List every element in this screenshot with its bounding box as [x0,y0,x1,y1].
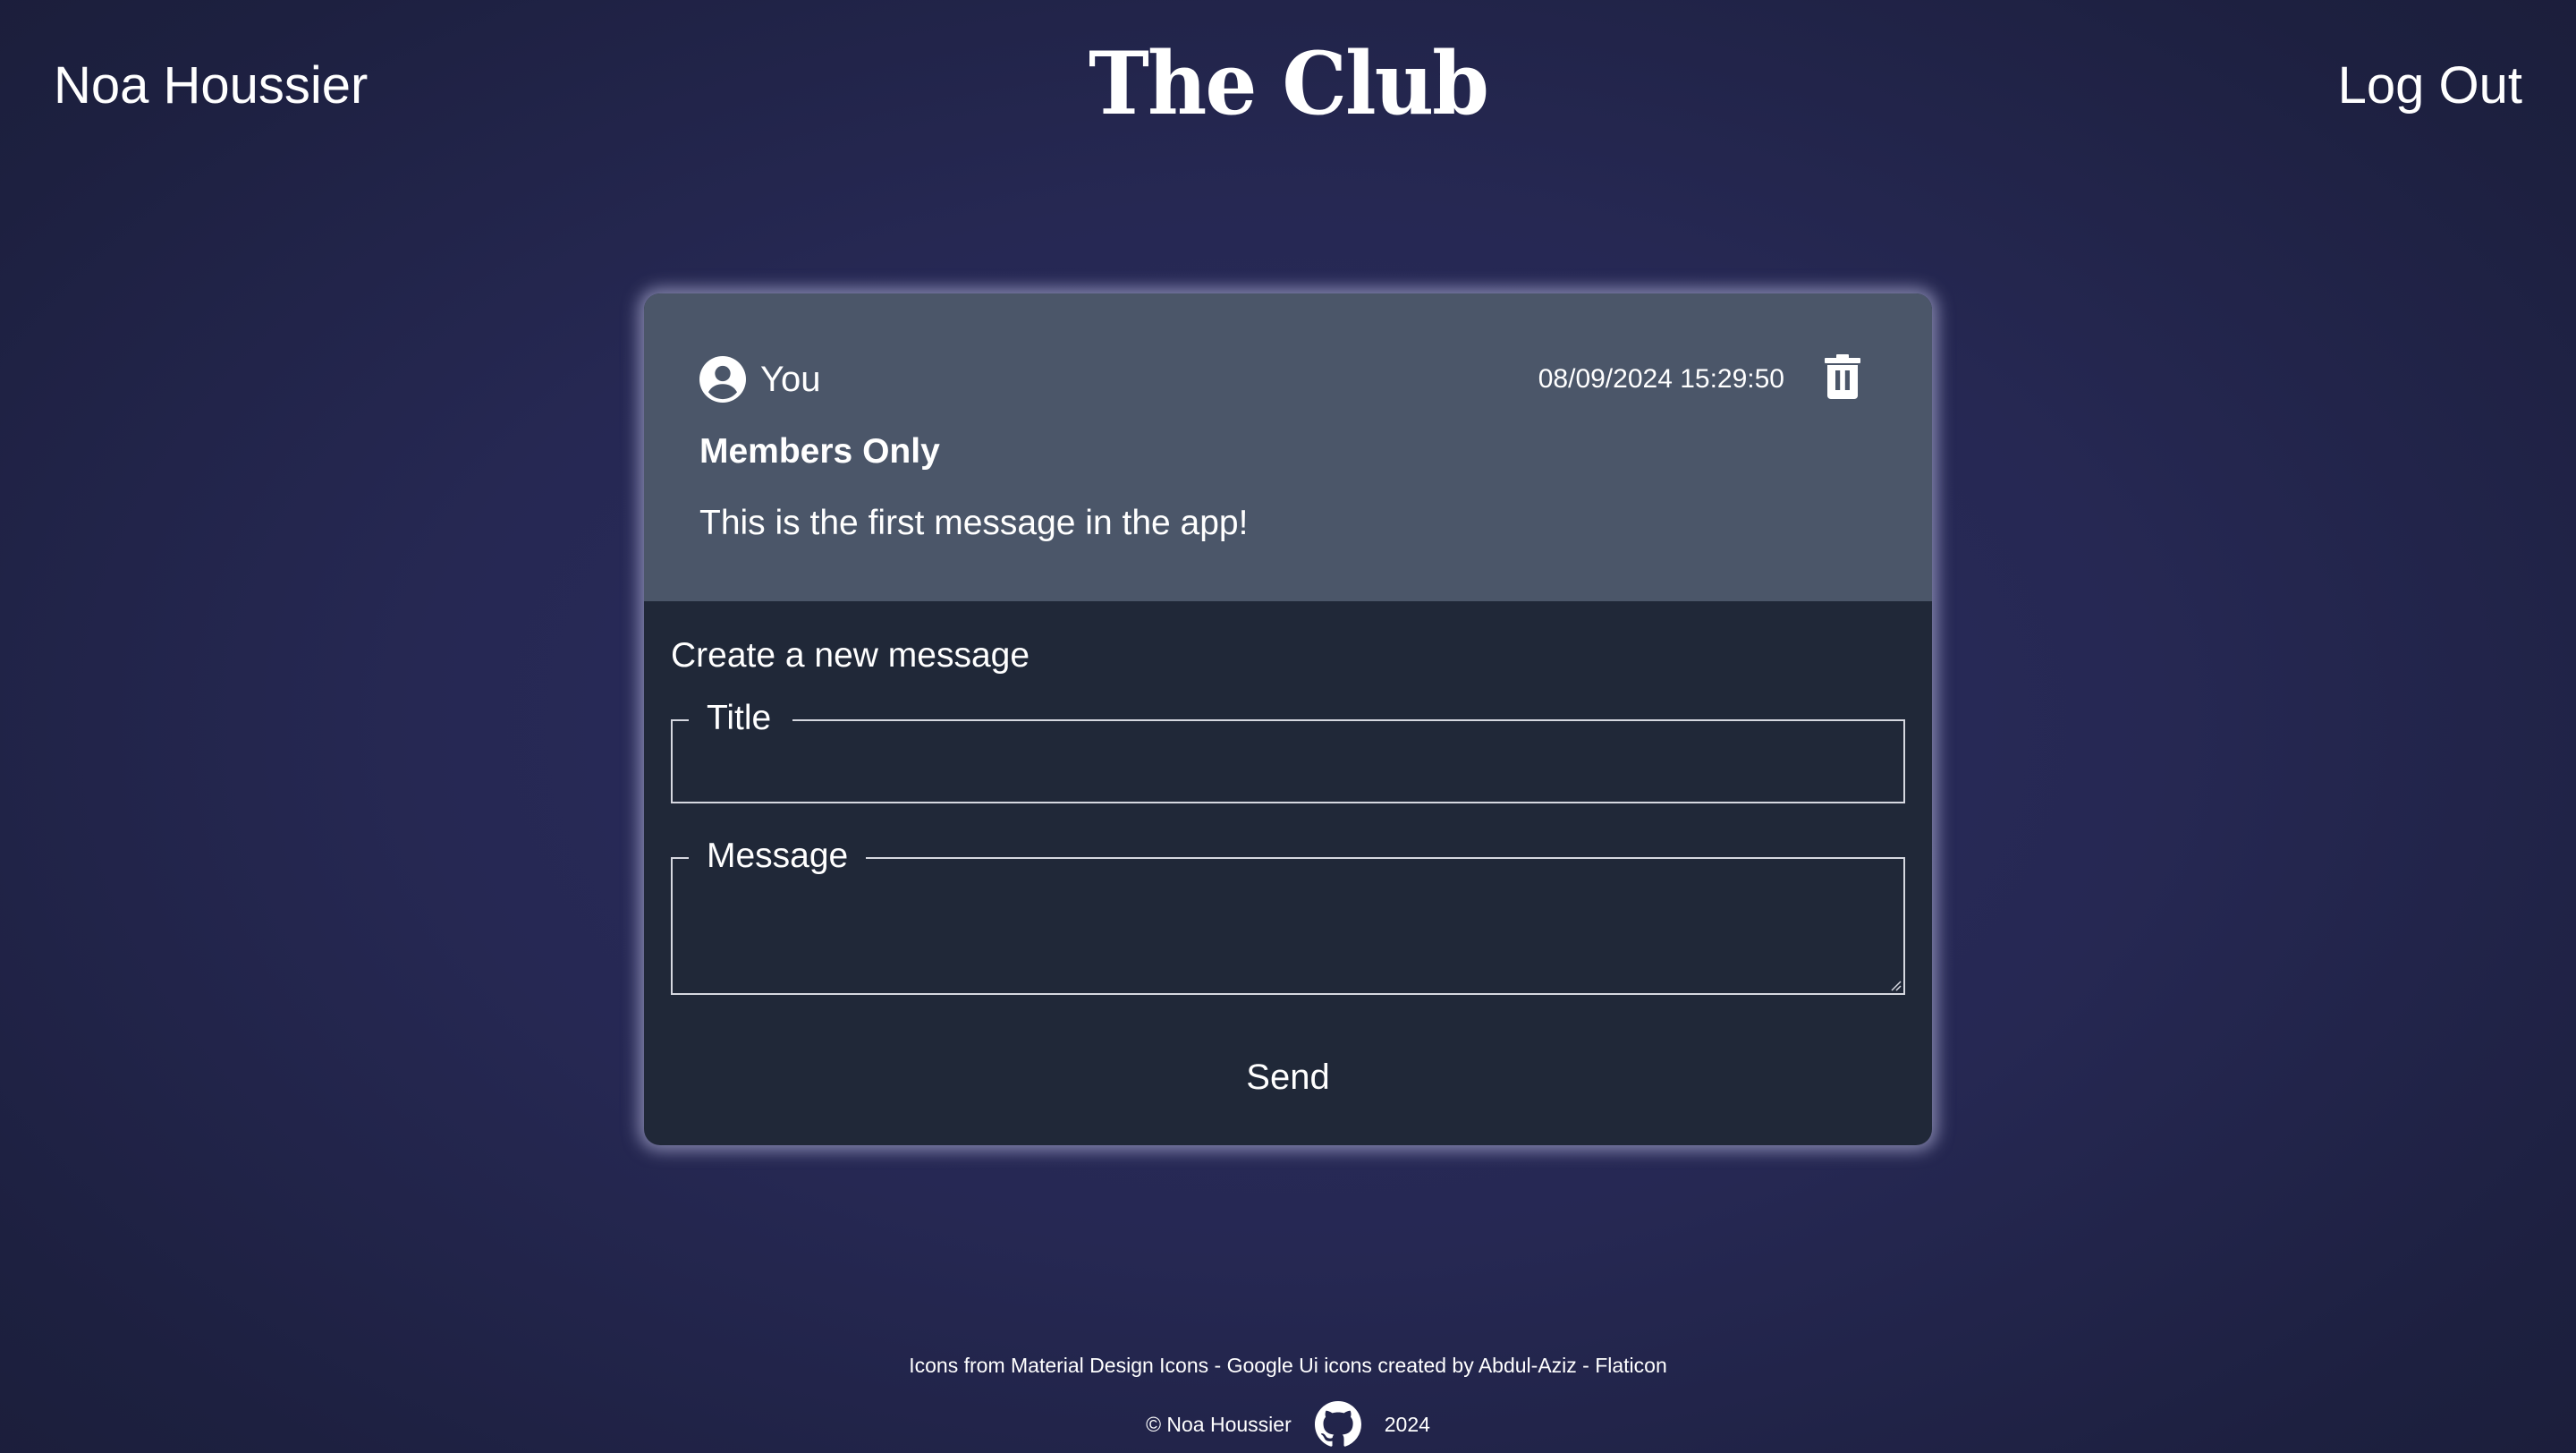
delete-message-button[interactable] [1825,354,1860,399]
author-name: You [760,360,821,399]
message-field-border-top-left [671,857,689,859]
copyright: © Noa Houssier [1146,1412,1292,1436]
message-textarea[interactable] [689,868,1887,986]
account-circle-icon [699,356,746,403]
header: Noa Houssier The Club Log Out [0,0,2576,179]
send-button[interactable]: Send [1199,1049,1377,1106]
message-body: This is the first message in the app! [699,504,1249,542]
github-icon[interactable] [1314,1401,1361,1448]
new-message-heading: Create a new message [671,636,1030,675]
footer-year: 2024 [1384,1412,1430,1436]
title-field-border-top-right [792,719,1905,721]
title-input[interactable] [689,730,1887,794]
message-field-border-top-right [866,857,1905,859]
trash-icon [1825,354,1860,399]
message-title: Members Only [699,432,940,471]
footer: © Noa Houssier 2024 [0,1401,2576,1448]
message-author: You [699,354,821,404]
resize-grip-icon[interactable] [1889,979,1902,991]
title-field-border-top-left [671,719,689,721]
logout-button[interactable]: Log Out [2338,54,2522,118]
app-logo: The Club [1088,33,1489,134]
title-field: Title [671,699,1905,803]
message-item: You 08/09/2024 15:29:50 Members Only Thi… [644,293,1932,601]
message-card: You 08/09/2024 15:29:50 Members Only Thi… [644,293,1932,1145]
message-field: Message [671,837,1905,995]
message-timestamp: 08/09/2024 15:29:50 [1538,364,1784,394]
icon-credits: Icons from Material Design Icons - Googl… [909,1354,1667,1377]
